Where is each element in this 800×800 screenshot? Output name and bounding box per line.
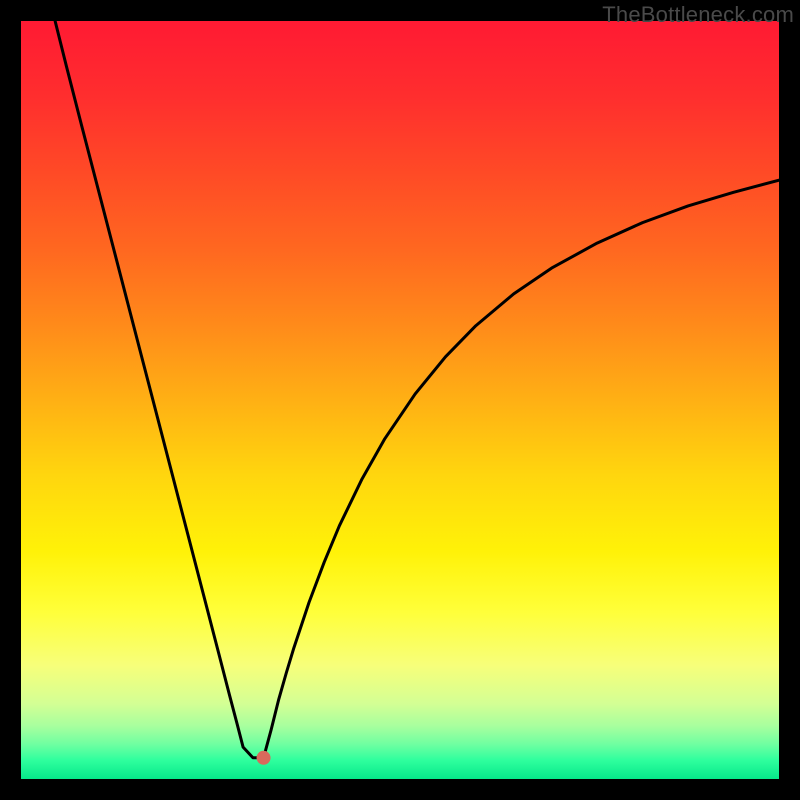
chart-svg bbox=[21, 21, 779, 779]
minimum-marker bbox=[257, 751, 271, 765]
gradient-background bbox=[21, 21, 779, 779]
watermark-text: TheBottleneck.com bbox=[602, 2, 794, 28]
chart-frame bbox=[21, 21, 779, 779]
